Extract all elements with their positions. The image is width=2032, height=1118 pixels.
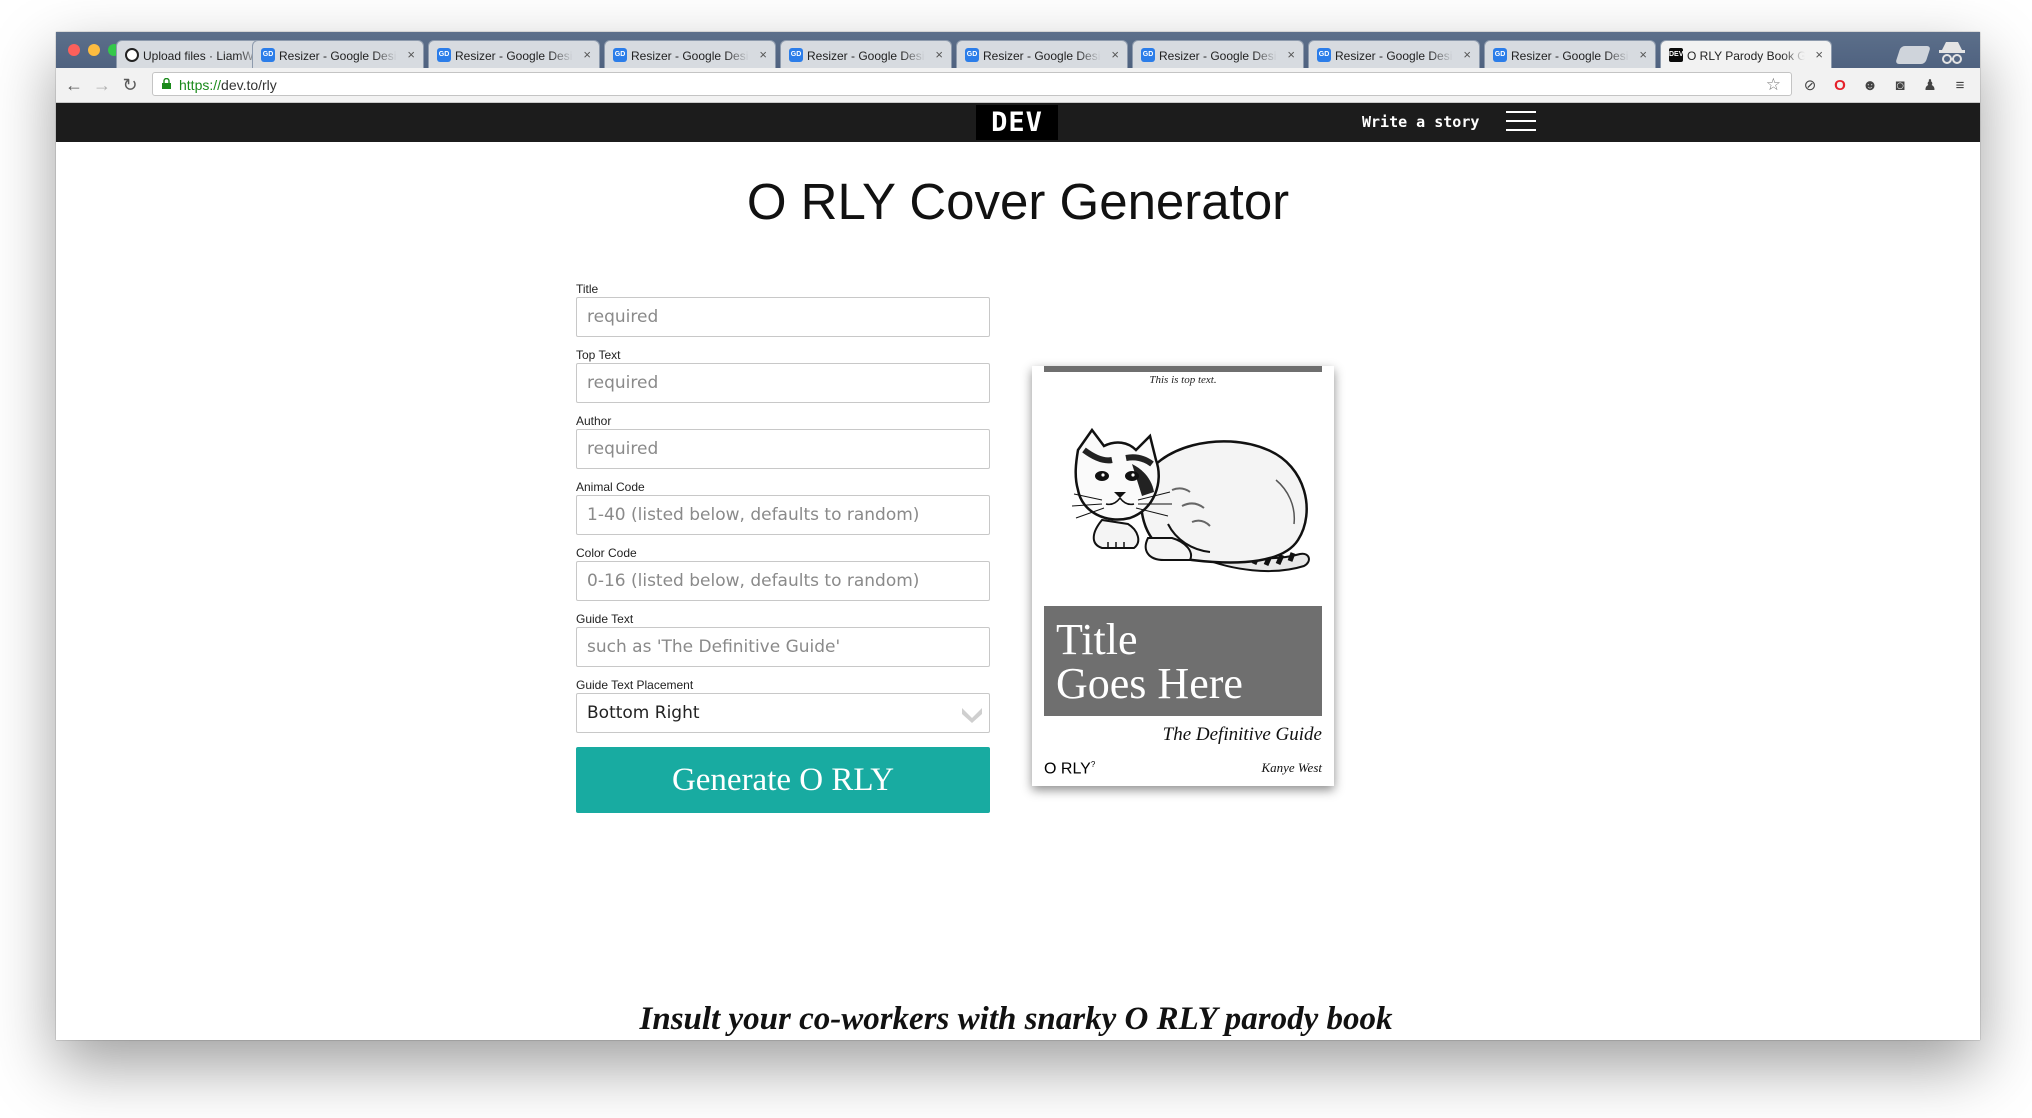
tab-title: Upload files · LiamWalsh	[143, 49, 261, 63]
browser-tab[interactable]: GD Resizer - Google Design ×	[428, 40, 600, 68]
tab-title: Resizer - Google Design	[983, 49, 1101, 63]
opera-icon[interactable]: O	[1830, 76, 1850, 96]
lock-icon	[162, 78, 171, 89]
tab-close-icon[interactable]: ×	[407, 47, 415, 62]
extension-user-icon[interactable]: ♟	[1920, 76, 1940, 96]
cover-top-text: This is top text.	[1149, 374, 1217, 386]
cover-form: Title Top Text Author Animal Code Color …	[576, 282, 990, 813]
author-label: Author	[576, 414, 612, 428]
tab-title: Resizer - Google Design	[1159, 49, 1277, 63]
gd-icon: GD	[965, 48, 979, 62]
animal-code-label: Animal Code	[576, 480, 645, 494]
page-content: O RLY Cover Generator Title Top Text Aut…	[56, 142, 1980, 1040]
browser-tab[interactable]: GD Resizer - Google Design ×	[956, 40, 1128, 68]
tab-close-icon[interactable]: ×	[583, 47, 591, 62]
gd-icon: GD	[789, 48, 803, 62]
tab-strip: Upload files · LiamWalsh × GD Resizer - …	[56, 32, 1980, 68]
browser-window: Upload files · LiamWalsh × GD Resizer - …	[56, 32, 1980, 1040]
browser-tab[interactable]: GD Resizer - Google Design ×	[1484, 40, 1656, 68]
guide-text-input[interactable]	[576, 627, 990, 667]
color-code-input[interactable]	[576, 561, 990, 601]
dev-logo[interactable]: DEV	[976, 105, 1058, 140]
tab-close-icon[interactable]: ×	[1639, 47, 1647, 62]
url-text[interactable]: https://dev.to/rly	[179, 77, 277, 93]
title-input[interactable]	[576, 297, 990, 337]
guide-placement-select[interactable]: Bottom Right	[576, 693, 990, 733]
guide-placement-label: Guide Text Placement	[576, 678, 694, 692]
browser-toolbar: ← → ↻ https://dev.to/rly ☆ ⊘ O ☻ ◙ ♟ ≡	[56, 68, 1980, 103]
tab-title: Resizer - Google Design	[1511, 49, 1629, 63]
browser-tab[interactable]: GD Resizer - Google Design ×	[604, 40, 776, 68]
chevron-down-icon	[962, 708, 982, 723]
author-input[interactable]	[576, 429, 990, 469]
browser-tab[interactable]: GD Resizer - Google Design ×	[252, 40, 424, 68]
book-cover-preview: This is top text. Title Goes Here The De…	[1032, 366, 1334, 786]
cover-title-box: Title Goes Here	[1044, 606, 1322, 716]
browser-tab[interactable]: GD Resizer - Google Design ×	[1308, 40, 1480, 68]
address-bar[interactable]: https://dev.to/rly ☆	[152, 72, 1792, 96]
dev-icon: DEV	[1669, 48, 1683, 62]
tab-close-icon[interactable]: ×	[1287, 47, 1295, 62]
title-label: Title	[576, 282, 599, 296]
top-text-label: Top Text	[576, 348, 621, 362]
write-story-link[interactable]: Write a story	[1362, 113, 1479, 131]
tagline: Insult your co-workers with snarky O RLY…	[639, 1001, 1393, 1037]
tab-title: Resizer - Google Design	[455, 49, 573, 63]
gd-icon: GD	[1317, 48, 1331, 62]
tab-close-icon[interactable]: ×	[1815, 47, 1823, 62]
cat-illustration	[1072, 427, 1310, 573]
forward-arrow-icon[interactable]: →	[90, 73, 114, 97]
extension-face-icon[interactable]: ☻	[1860, 76, 1880, 96]
site-header: DEV Write a story	[56, 103, 1980, 142]
animal-code-input[interactable]	[576, 495, 990, 535]
browser-tab[interactable]: GD Resizer - Google Design ×	[1132, 40, 1304, 68]
tab-title: Resizer - Google Design	[279, 49, 397, 63]
guide-placement-value: Bottom Right	[587, 703, 700, 723]
tab-title: Resizer - Google Design	[1335, 49, 1453, 63]
new-tab-button[interactable]	[1895, 46, 1931, 64]
top-text-input[interactable]	[576, 363, 990, 403]
tab-close-icon[interactable]: ×	[759, 47, 767, 62]
extension-refresh-icon[interactable]: ⊘	[1800, 76, 1820, 96]
incognito-icon	[1939, 42, 1965, 64]
gd-icon: GD	[613, 48, 627, 62]
cover-title-line2: Goes Here	[1056, 659, 1243, 708]
browser-tab[interactable]: GD Resizer - Google Design ×	[780, 40, 952, 68]
cover-publisher: O RLY?	[1044, 760, 1096, 778]
hamburger-menu-icon[interactable]	[1506, 111, 1536, 133]
tab-title: Resizer - Google Design	[807, 49, 925, 63]
color-code-label: Color Code	[576, 546, 637, 560]
browser-tab-active[interactable]: DEV O RLY Parody Book Generator ×	[1660, 40, 1832, 68]
generate-button[interactable]: Generate O RLY	[576, 747, 990, 813]
minimize-window-button[interactable]	[88, 44, 100, 56]
cover-author: Kanye West	[1261, 760, 1322, 775]
menu-icon[interactable]: ≡	[1950, 76, 1970, 96]
bookmark-star-icon[interactable]: ☆	[1766, 75, 1781, 95]
gd-icon: GD	[437, 48, 451, 62]
tab-close-icon[interactable]: ×	[1111, 47, 1119, 62]
gd-icon: GD	[261, 48, 275, 62]
close-window-button[interactable]	[68, 44, 80, 56]
page-title: O RLY Cover Generator	[746, 173, 1290, 230]
reload-icon[interactable]: ↻	[118, 73, 142, 97]
camera-icon[interactable]: ◙	[1890, 76, 1910, 96]
gd-icon: GD	[1141, 48, 1155, 62]
gd-icon: GD	[1493, 48, 1507, 62]
tab-title: Resizer - Google Design	[631, 49, 749, 63]
tab-close-icon[interactable]: ×	[935, 47, 943, 62]
github-icon	[125, 48, 139, 62]
cover-guide-text: The Definitive Guide	[1162, 724, 1322, 745]
back-arrow-icon[interactable]: ←	[62, 73, 86, 97]
cover-top-bar	[1044, 366, 1322, 372]
tab-title: O RLY Parody Book Generator	[1687, 49, 1805, 63]
guide-text-label: Guide Text	[576, 612, 634, 626]
tab-close-icon[interactable]: ×	[1463, 47, 1471, 62]
